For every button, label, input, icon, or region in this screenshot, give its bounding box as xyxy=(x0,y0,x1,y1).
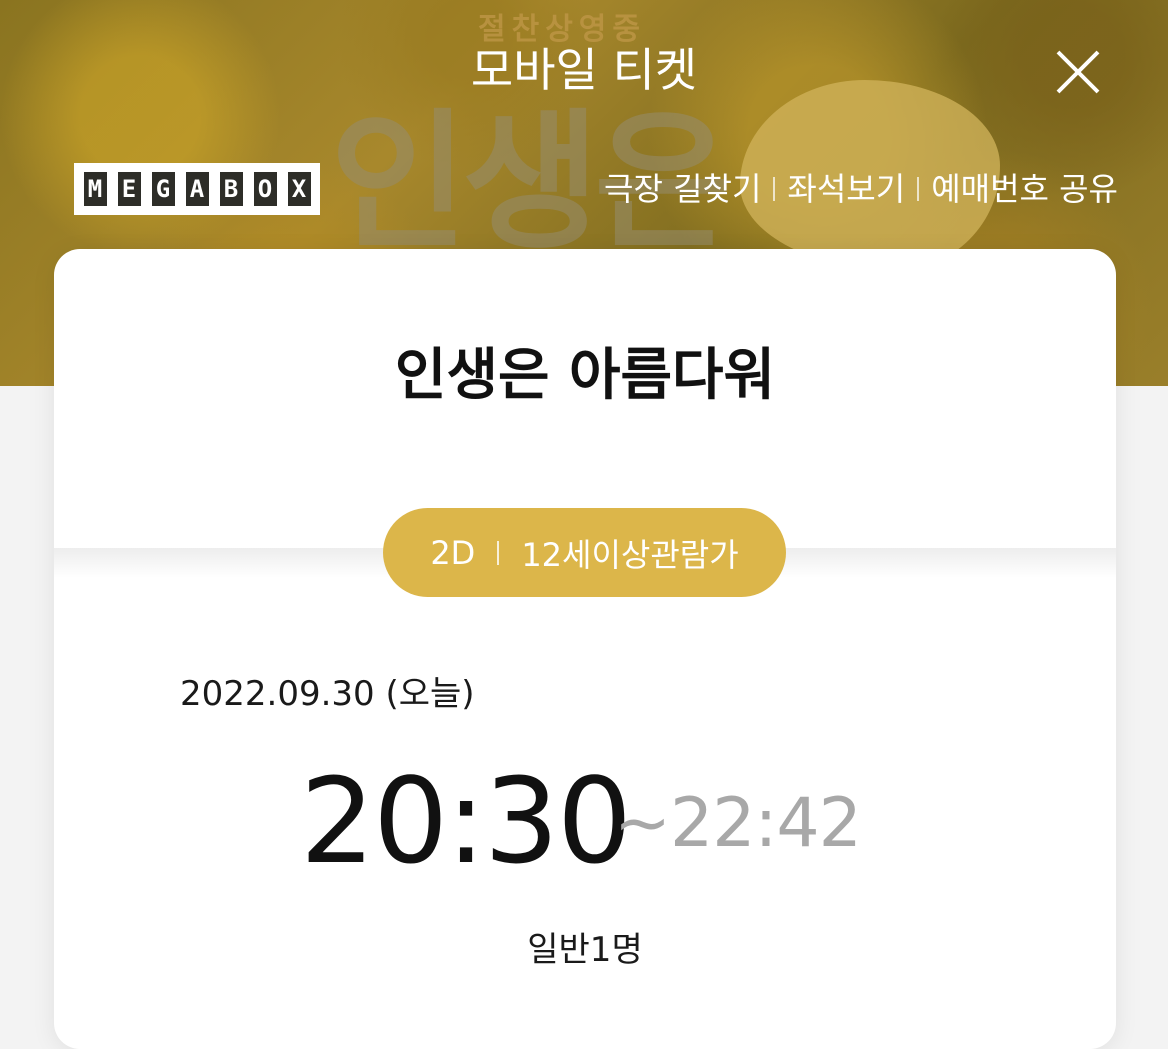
movie-title: 인생은 아름다워 xyxy=(394,343,776,408)
start-time: 20:30 xyxy=(300,752,632,890)
rating-label: 12세이상관람가 xyxy=(521,535,739,574)
logo-letter: E xyxy=(117,172,141,206)
link-divider xyxy=(917,177,920,201)
logo-letter: A xyxy=(185,172,209,206)
top-links: 극장 길찾기 좌석보기 예매번호 공유 xyxy=(604,168,1118,210)
theater-directions-link[interactable]: 극장 길찾기 xyxy=(604,168,761,210)
logo-letter: X xyxy=(287,172,311,206)
view-seats-link[interactable]: 좌석보기 xyxy=(787,168,905,210)
logo-letter: B xyxy=(219,172,243,206)
logo-letter: G xyxy=(151,172,175,206)
badge-divider xyxy=(497,540,500,565)
show-date: 2022.09.30 (오늘) xyxy=(180,674,475,714)
logo-letter: O xyxy=(253,172,277,206)
format-rating-badge: 2D 12세이상관람가 xyxy=(383,508,786,597)
megabox-logo: M E G A B O X xyxy=(74,163,320,215)
end-time: ~22:42 xyxy=(614,784,862,863)
logo-letter: M xyxy=(83,172,107,206)
close-icon xyxy=(1056,50,1100,94)
share-booking-number-link[interactable]: 예매번호 공유 xyxy=(931,168,1118,210)
page-title: 모바일 티켓 xyxy=(470,43,698,97)
format-label: 2D xyxy=(430,533,476,572)
audience-count: 일반1명 xyxy=(527,930,643,970)
link-divider xyxy=(773,177,776,201)
close-button[interactable] xyxy=(1052,46,1104,98)
